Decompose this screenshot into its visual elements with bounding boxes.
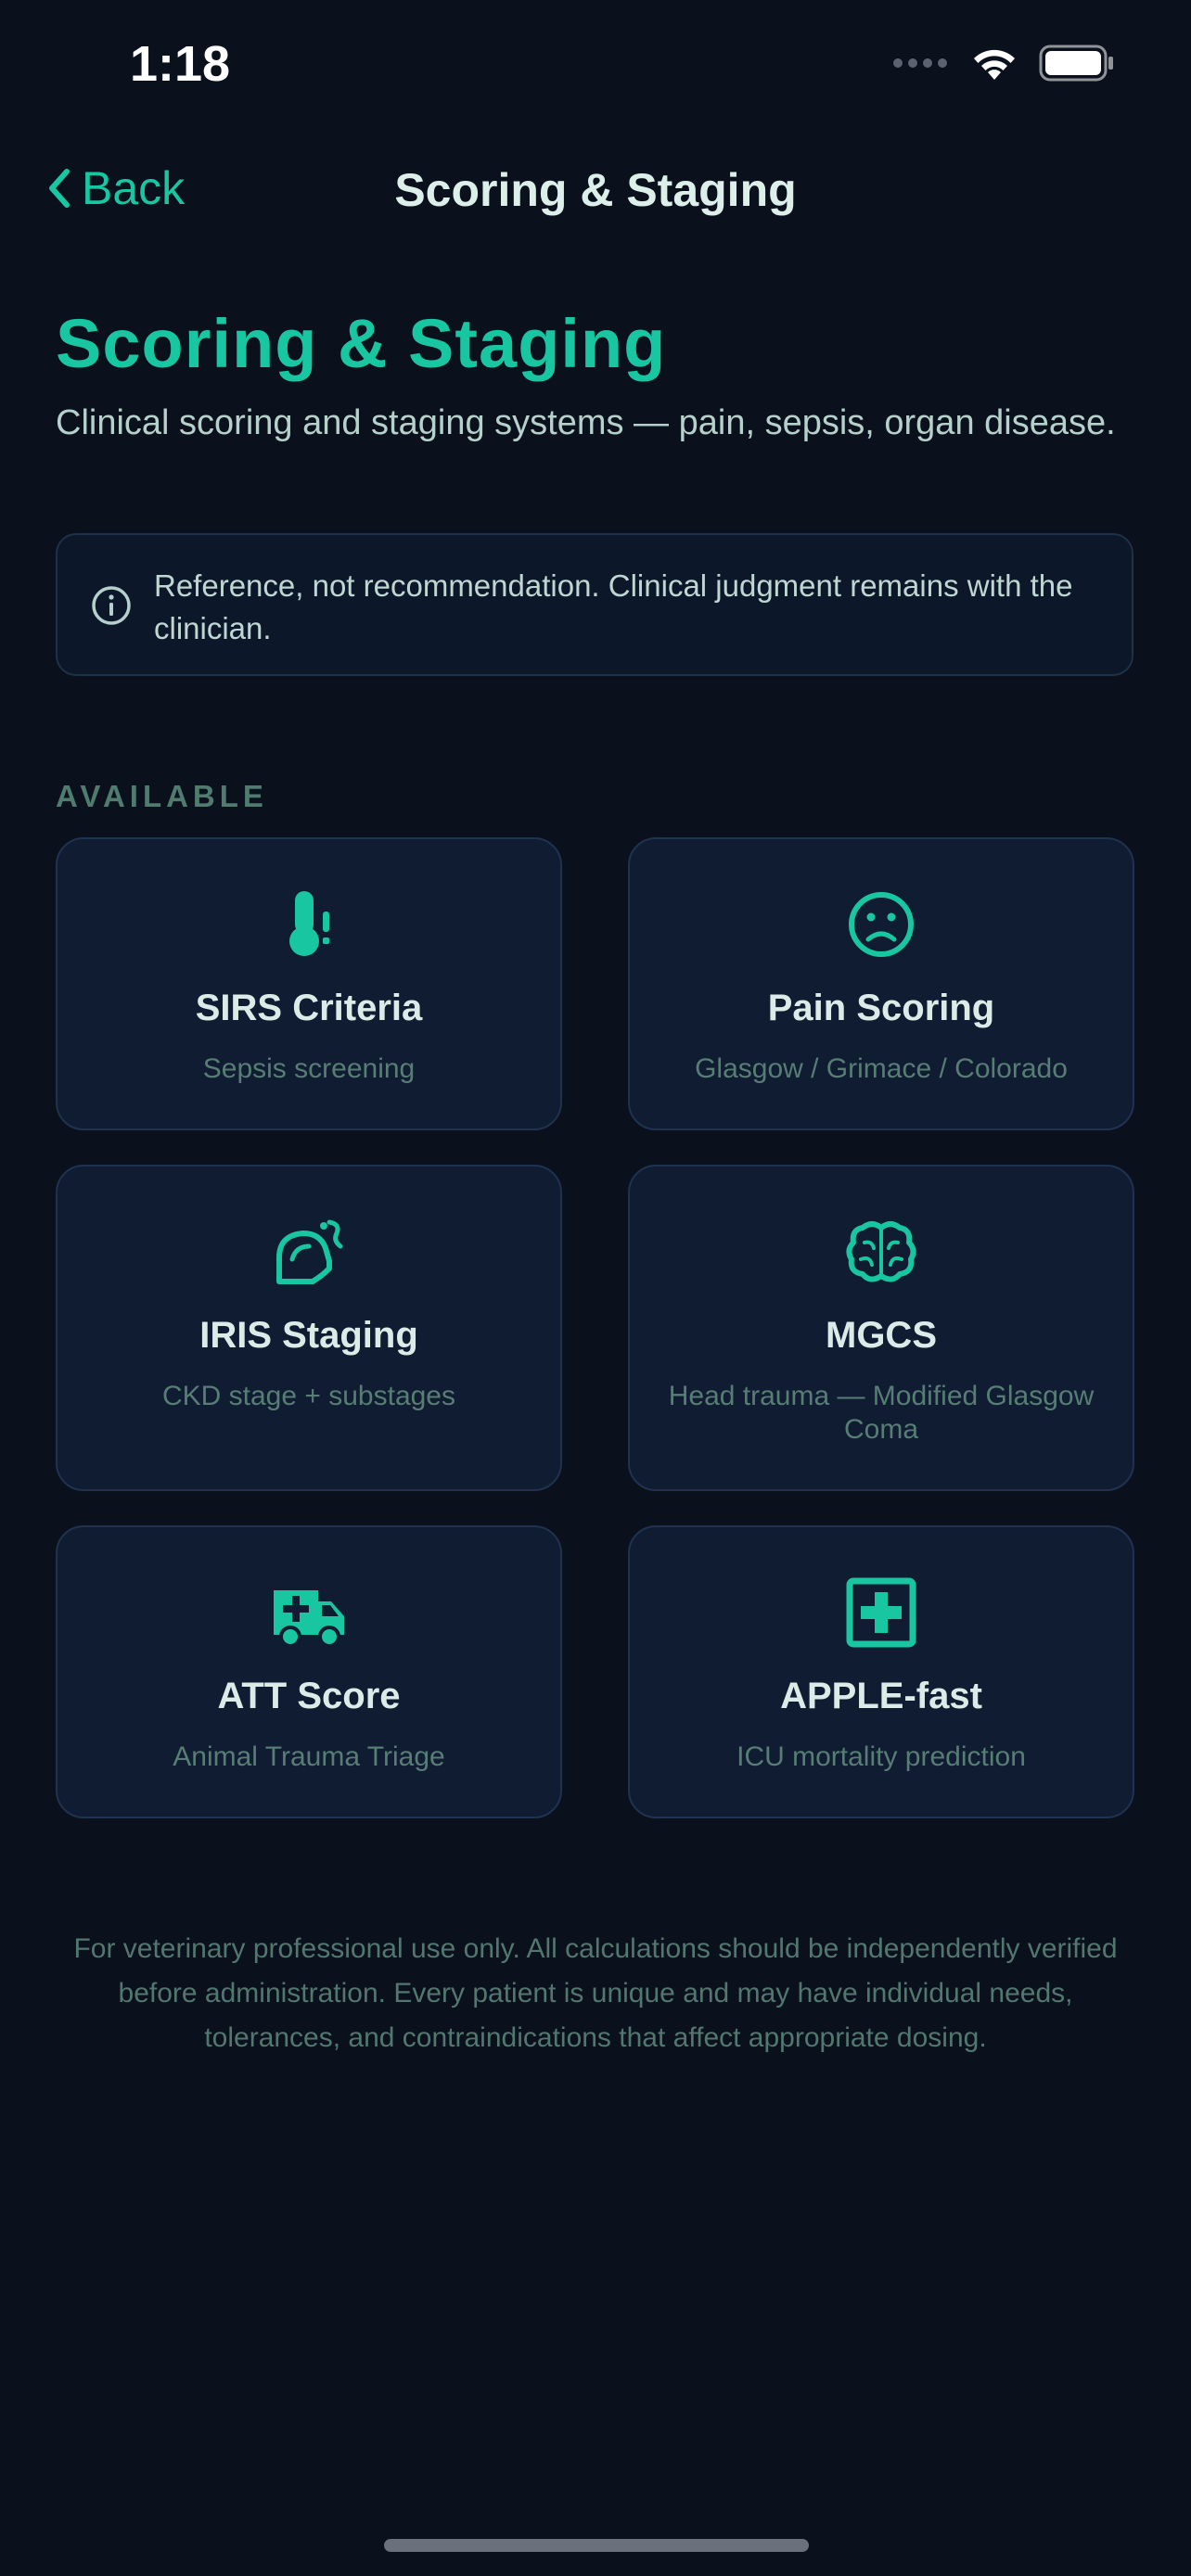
- card-title: ATT Score: [217, 1676, 401, 1716]
- page-title: Scoring & Staging: [56, 305, 667, 382]
- ambulance-icon: [58, 1575, 560, 1650]
- card-subtitle: CKD stage + substages: [161, 1381, 455, 1411]
- disclaimer-notice: Reference, not recommendation. Clinical …: [56, 533, 1133, 676]
- card-subtitle: Glasgow / Grimace / Colorado: [695, 1053, 1068, 1084]
- card-subtitle: Head trauma — Modified Glasgow Coma: [668, 1381, 1095, 1445]
- app-screen: 1:18 Back Scoring & Staging Scoring & St…: [0, 0, 1191, 2576]
- home-indicator[interactable]: [384, 2539, 809, 2552]
- card-title: APPLE-fast: [780, 1676, 982, 1716]
- card-subtitle: ICU mortality prediction: [736, 1741, 1026, 1772]
- footer-disclaimer: For veterinary professional use only. Al…: [73, 1933, 1118, 2053]
- notice-text: Reference, not recommendation. Clinical …: [154, 568, 1073, 645]
- frown-face-icon: [630, 887, 1133, 962]
- card-iris-staging[interactable]: IRIS Staging CKD stage + substages: [56, 1165, 562, 1491]
- card-apple-fast[interactable]: APPLE-fast ICU mortality prediction: [628, 1525, 1134, 1818]
- info-icon: [92, 586, 131, 625]
- navigation-bar: Back Scoring & Staging: [0, 148, 1191, 237]
- status-time: 1:18: [130, 36, 231, 92]
- thermometer-alert-icon: [58, 887, 560, 962]
- kidney-icon: [58, 1215, 560, 1289]
- card-mgcs[interactable]: MGCS Head trauma — Modified Glasgow Coma: [628, 1165, 1134, 1491]
- brain-icon: [630, 1215, 1133, 1289]
- status-bar: 1:18: [0, 0, 1191, 139]
- signal-icon: [893, 58, 947, 68]
- medical-square-icon: [630, 1575, 1133, 1650]
- nav-title: Scoring & Staging: [394, 164, 797, 216]
- status-icons: [892, 45, 1115, 82]
- card-title: IRIS Staging: [199, 1315, 418, 1356]
- section-header-available: AVAILABLE: [56, 779, 268, 813]
- wifi-icon: [974, 49, 1015, 80]
- card-subtitle: Sepsis screening: [202, 1053, 416, 1084]
- card-pain-scoring[interactable]: Pain Scoring Glasgow / Grimace / Colorad…: [628, 837, 1134, 1130]
- battery-icon: [1039, 45, 1113, 82]
- card-title: Pain Scoring: [767, 988, 995, 1028]
- card-att-score[interactable]: ATT Score Animal Trauma Triage: [56, 1525, 562, 1818]
- card-sirs-criteria[interactable]: SIRS Criteria Sepsis screening: [56, 837, 562, 1130]
- page-subtitle: Clinical scoring and staging systems — p…: [56, 403, 1116, 442]
- card-subtitle: Animal Trauma Triage: [173, 1741, 445, 1772]
- card-title: MGCS: [826, 1315, 937, 1356]
- card-title: SIRS Criteria: [195, 988, 423, 1028]
